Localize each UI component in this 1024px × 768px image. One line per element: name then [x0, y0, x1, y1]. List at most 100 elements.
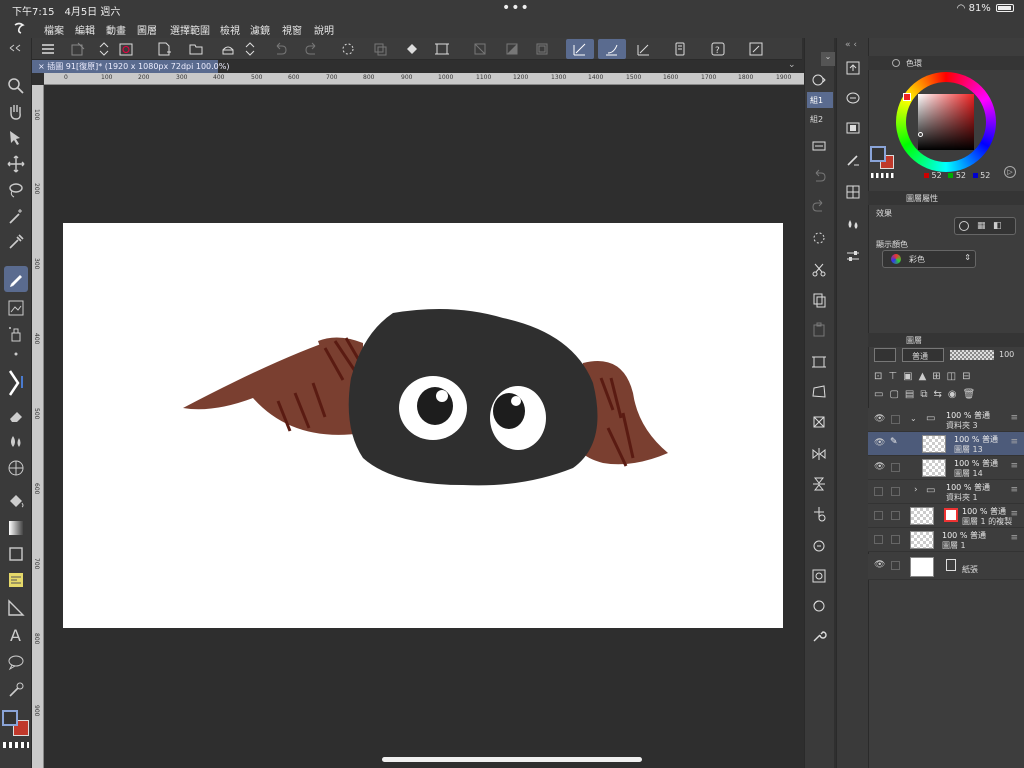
- dock-collapse-chevrons-icon[interactable]: « ‹: [845, 40, 861, 56]
- reset-view-icon[interactable]: [811, 598, 827, 614]
- menu-file[interactable]: 檔案: [44, 22, 64, 37]
- layer-row-paper[interactable]: 👁 紙張: [868, 554, 1024, 580]
- menu-filter[interactable]: 濾鏡: [250, 22, 270, 37]
- effect-tone-icon[interactable]: ▦: [977, 221, 986, 231]
- fill-bucket-icon[interactable]: [404, 41, 420, 57]
- rectangle-tool-icon[interactable]: [6, 544, 26, 564]
- scissors-icon[interactable]: [811, 262, 827, 278]
- new-vector-layer-icon[interactable]: ▢: [889, 389, 904, 400]
- scale-icon[interactable]: [811, 354, 827, 370]
- hand-tool-icon[interactable]: [6, 102, 26, 122]
- layer-lock-box[interactable]: [891, 561, 900, 570]
- layer-lock-box[interactable]: [891, 463, 900, 472]
- loading-spinner-icon[interactable]: [340, 41, 356, 57]
- dock-sync-icon[interactable]: [845, 90, 861, 106]
- visibility-box[interactable]: [874, 511, 883, 520]
- merge-icon[interactable]: ⊟: [962, 371, 976, 382]
- pen-tool-icon[interactable]: [4, 266, 28, 292]
- layer-lock-box[interactable]: [891, 487, 900, 496]
- paste-icon[interactable]: [811, 322, 827, 338]
- figure-tool-icon[interactable]: [6, 458, 26, 478]
- updown-arrows-icon-2[interactable]: [242, 41, 258, 57]
- layer-row-folder3[interactable]: 👁 ⌄ ▭ 100 % 普通 資料夾 3 ≡: [868, 408, 1024, 432]
- transform-icon[interactable]: [434, 41, 450, 57]
- dock-brush-size-icon[interactable]: [845, 152, 861, 168]
- eyedropper-icon[interactable]: [6, 232, 26, 252]
- mesh-transform-icon[interactable]: [811, 414, 827, 430]
- lock-alpha-icon[interactable]: ⊞: [932, 371, 946, 382]
- clip-studio-logo-icon[interactable]: [12, 21, 26, 35]
- wrench-icon[interactable]: [811, 628, 827, 644]
- undo-icon[interactable]: [272, 41, 288, 57]
- strip-collapse-chevron-icon[interactable]: ⌄: [821, 52, 835, 66]
- visibility-box[interactable]: [874, 535, 883, 544]
- copy-layer-icon-2[interactable]: ⧉: [920, 389, 933, 400]
- gradient-tool-icon[interactable]: [6, 518, 26, 538]
- layer-menu-icon[interactable]: ≡: [1010, 437, 1018, 447]
- color-mode-play-icon[interactable]: ▷: [1004, 166, 1016, 178]
- copy-layer-icon[interactable]: [372, 41, 388, 57]
- app-icon[interactable]: [70, 41, 86, 57]
- trash-icon[interactable]: 🗑: [963, 389, 982, 400]
- new-folder-icon[interactable]: ▤: [905, 389, 920, 400]
- airbrush-tool-icon[interactable]: [6, 324, 26, 344]
- tab-list-chevron-icon[interactable]: ⌄: [788, 60, 802, 73]
- move-layer-tool-icon[interactable]: [6, 154, 26, 174]
- visibility-box[interactable]: [874, 487, 883, 496]
- deselect-icon[interactable]: [472, 41, 488, 57]
- free-transform-icon[interactable]: [811, 384, 827, 400]
- snap-ruler-icon[interactable]: [566, 39, 594, 59]
- operation-tool-icon[interactable]: [6, 128, 26, 148]
- folder-collapsed-chevron-icon[interactable]: ›: [914, 485, 918, 495]
- visibility-eye-icon[interactable]: 👁: [874, 414, 885, 424]
- clip-layer-icon[interactable]: ⊡: [874, 371, 888, 382]
- strip-redo-icon[interactable]: [811, 198, 827, 214]
- magic-wand-icon[interactable]: [6, 206, 26, 226]
- blend-mode-select[interactable]: 普通: [902, 348, 944, 362]
- transparent-color-swatch[interactable]: [3, 742, 29, 748]
- main-color-swatch[interactable]: [2, 710, 18, 726]
- zoom-tool-icon[interactable]: [6, 76, 26, 96]
- layer-menu-icon[interactable]: ≡: [1010, 509, 1018, 519]
- layer-menu-icon[interactable]: ≡: [1010, 533, 1018, 543]
- hamburger-menu-icon[interactable]: [40, 41, 56, 57]
- layer-lock-box[interactable]: [891, 415, 900, 424]
- display-color-select[interactable]: 彩色 ⇕: [882, 250, 976, 268]
- panel-transparent-swatch[interactable]: [871, 173, 895, 178]
- hue-handle[interactable]: [903, 93, 911, 101]
- help-icon[interactable]: ?: [710, 41, 726, 57]
- updown-arrows-icon[interactable]: [96, 41, 112, 57]
- artboard[interactable]: [63, 223, 783, 628]
- saturation-value-square[interactable]: [918, 94, 974, 150]
- layer-property-header[interactable]: 圖層屬性: [868, 191, 1024, 205]
- eraser-tool-icon[interactable]: [6, 406, 26, 426]
- redo-icon[interactable]: [304, 41, 320, 57]
- set-tab-2[interactable]: 組2: [807, 111, 833, 127]
- visibility-eye-icon[interactable]: 👁: [874, 438, 885, 448]
- multitask-dots[interactable]: •••: [502, 0, 530, 16]
- decoration-tool-icon[interactable]: [6, 298, 26, 318]
- menu-window[interactable]: 視窗: [282, 22, 302, 37]
- menu-view[interactable]: 檢視: [220, 22, 240, 37]
- new-mask-icon[interactable]: ◉: [948, 389, 963, 400]
- menu-animation[interactable]: 動畫: [106, 22, 126, 37]
- dock-export-icon[interactable]: [845, 60, 861, 76]
- set-tab-1[interactable]: 組1: [807, 92, 833, 108]
- text-tool-icon[interactable]: A: [6, 624, 26, 645]
- visibility-eye-icon[interactable]: 👁: [874, 462, 885, 472]
- layer-lock-box[interactable]: [891, 535, 900, 544]
- copy-icon[interactable]: [811, 292, 827, 308]
- menu-selection[interactable]: 選擇範圍: [170, 22, 210, 37]
- layer-lock-box[interactable]: [891, 511, 900, 520]
- transfer-icon[interactable]: ⇆: [934, 389, 948, 400]
- ref-layer-icon[interactable]: ⊤: [888, 371, 903, 382]
- correct-line-tool-icon[interactable]: [6, 680, 26, 700]
- layer-row-1[interactable]: 100 % 普通 圖層 1 ≡: [868, 528, 1024, 552]
- new-file-icon[interactable]: [156, 41, 172, 57]
- draft-layer-icon[interactable]: ▣: [903, 371, 918, 382]
- rotate-canvas-icon[interactable]: [811, 538, 827, 554]
- selection-border-icon[interactable]: [534, 41, 550, 57]
- effect-border-icon[interactable]: [959, 221, 969, 231]
- balloon-tool-icon[interactable]: [6, 652, 26, 672]
- layer-row-14[interactable]: 👁 100 % 普通 圖層 14 ≡: [868, 456, 1024, 480]
